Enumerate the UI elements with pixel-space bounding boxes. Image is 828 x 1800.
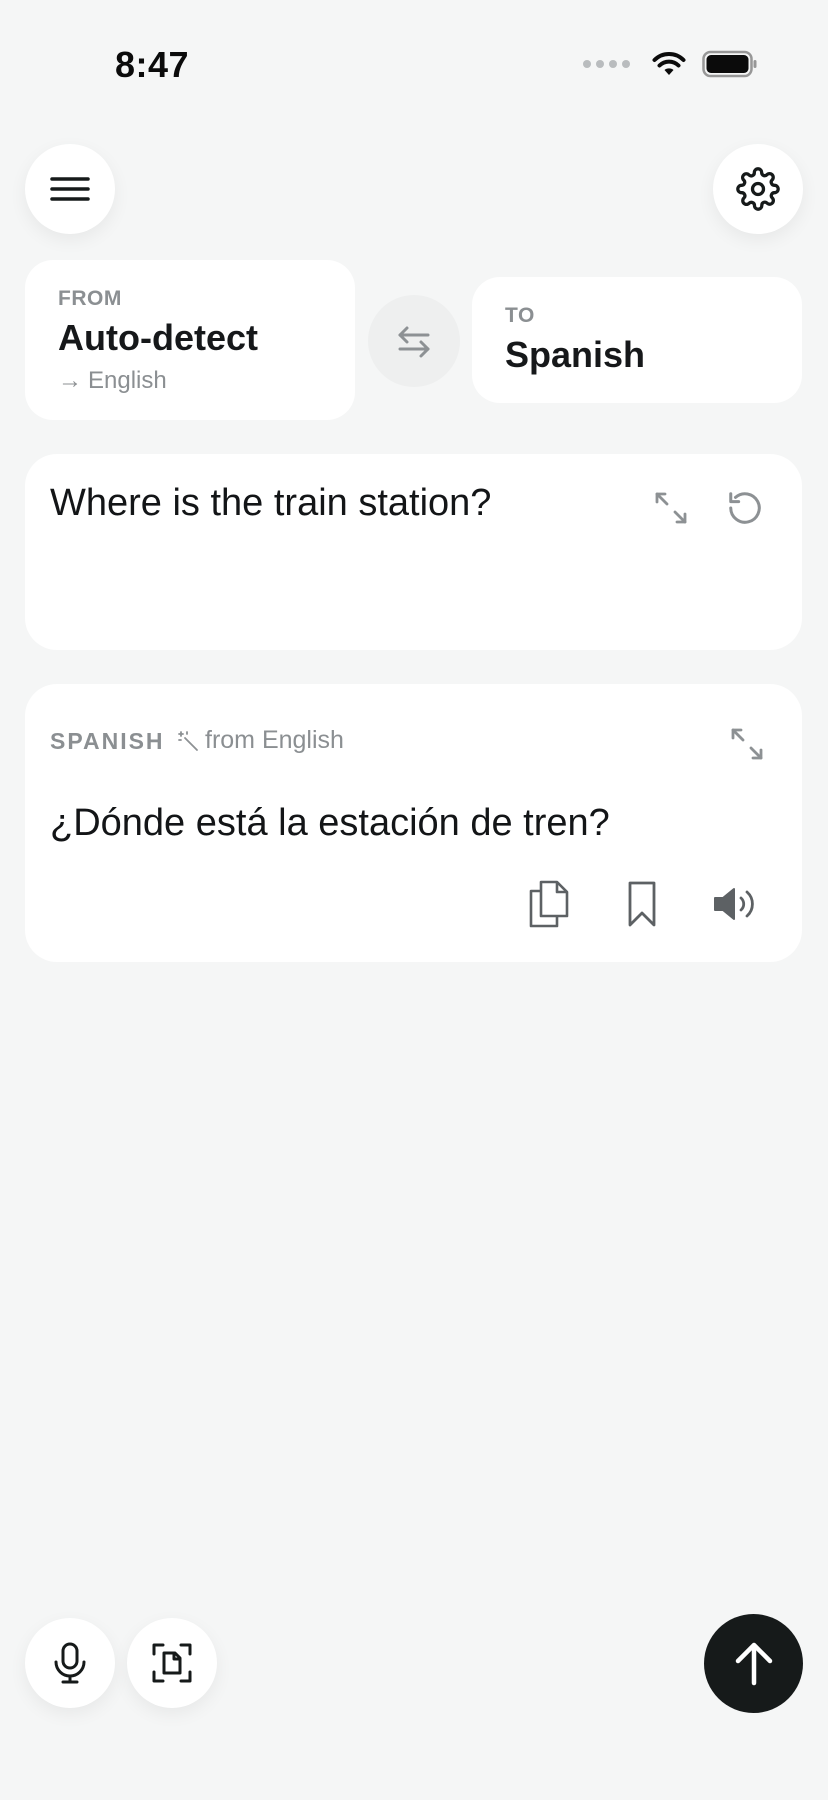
status-time: 8:47 <box>115 44 190 85</box>
microphone-icon <box>54 1642 86 1684</box>
swap-arrows-icon <box>398 326 430 358</box>
copy-button[interactable] <box>523 878 575 930</box>
translated-text: ¿Dónde está la estación de tren? <box>50 802 610 844</box>
microphone-button[interactable] <box>25 1618 115 1708</box>
scan-document-icon <box>152 1643 192 1683</box>
translate-send-button[interactable] <box>704 1614 803 1713</box>
gear-icon <box>736 167 780 211</box>
bookmark-icon <box>628 881 656 927</box>
magic-wand-icon <box>178 730 198 751</box>
from-label: FROM <box>58 287 122 310</box>
arrow-right-icon: → <box>58 367 82 394</box>
to-label: TO <box>505 304 535 327</box>
source-language-name: Auto-detect <box>58 317 258 358</box>
bookmark-button[interactable] <box>616 878 668 930</box>
expand-icon <box>731 728 763 760</box>
rotate-ccw-icon <box>729 492 761 524</box>
expand-translation-button[interactable] <box>721 718 773 770</box>
source-language-selector[interactable]: FROM Auto-detect → English <box>25 260 355 420</box>
expand-input-button[interactable] <box>647 484 695 532</box>
expand-icon <box>655 492 687 524</box>
detected-language: → English <box>58 367 167 395</box>
source-text-card[interactable]: Where is the train station? <box>25 454 802 650</box>
reset-input-button[interactable] <box>721 484 769 532</box>
detected-language-name: English <box>88 367 167 394</box>
cellular-signal-icon <box>583 60 630 68</box>
swap-languages-button[interactable] <box>368 295 460 387</box>
menu-icon <box>50 177 90 201</box>
menu-button[interactable] <box>25 144 115 234</box>
translator-screen: 8:47 FROM Auto-detect → English TO Spani… <box>0 0 828 1800</box>
arrow-up-icon <box>735 1642 772 1685</box>
source-note-text: from English <box>205 726 344 754</box>
settings-button[interactable] <box>713 144 803 234</box>
target-language-label: SPANISH <box>50 728 165 754</box>
source-note: from English <box>177 726 344 755</box>
battery-icon <box>702 50 757 78</box>
target-language-selector[interactable]: TO Spanish <box>472 277 802 403</box>
scan-document-button[interactable] <box>127 1618 217 1708</box>
speak-button[interactable] <box>710 878 762 930</box>
speaker-icon <box>714 888 754 920</box>
source-text[interactable]: Where is the train station? <box>50 482 491 525</box>
wifi-icon <box>652 52 686 75</box>
status-indicators <box>583 50 758 78</box>
translation-card: SPANISH from English ¿Dónde está la esta… <box>25 684 802 962</box>
copy-icon <box>529 880 569 928</box>
target-language-name: Spanish <box>505 334 646 375</box>
